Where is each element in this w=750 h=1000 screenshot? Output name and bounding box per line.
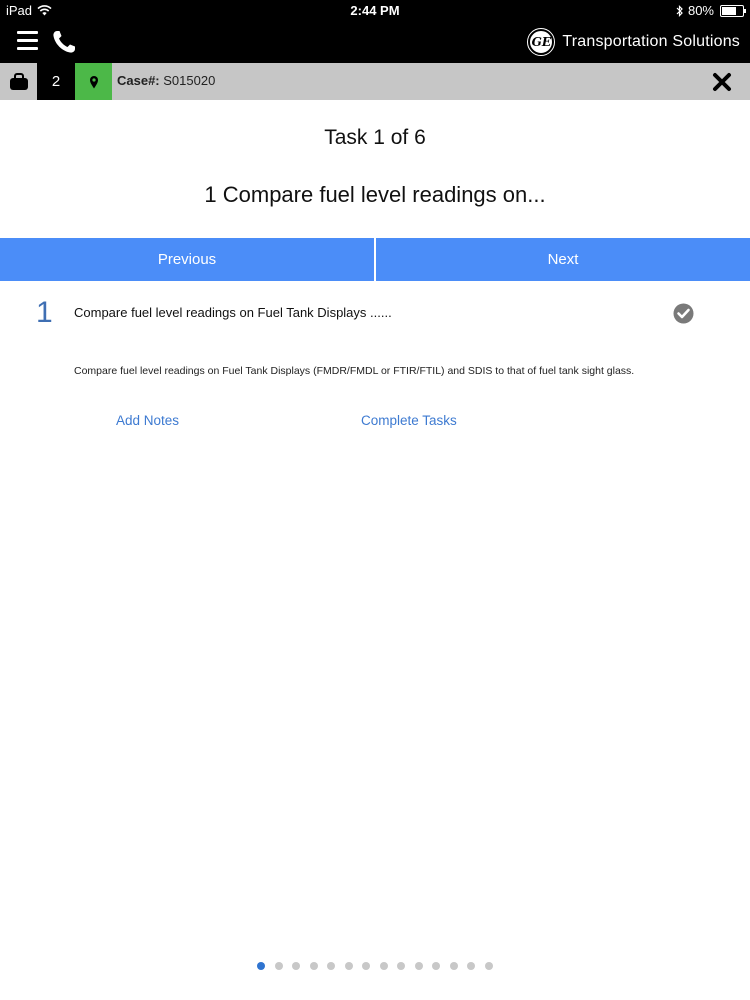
- task-summary: Compare fuel level readings on Fuel Tank…: [74, 305, 392, 320]
- page-dot[interactable]: [274, 962, 283, 970]
- page-dot[interactable]: [414, 962, 423, 970]
- case-lock-button[interactable]: [0, 63, 37, 100]
- page-dot[interactable]: [379, 962, 388, 970]
- location-pin-button[interactable]: [75, 63, 112, 100]
- page-dot[interactable]: [309, 962, 318, 970]
- complete-tasks-link[interactable]: Complete Tasks: [361, 413, 457, 428]
- task-number: 1: [36, 296, 53, 329]
- task-counter: Task 1 of 6: [324, 126, 426, 149]
- page-dot[interactable]: [467, 962, 475, 970]
- page-dot[interactable]: [257, 962, 265, 970]
- page-dot[interactable]: [484, 962, 493, 970]
- battery-icon: [720, 4, 746, 17]
- page-indicator[interactable]: [257, 962, 493, 972]
- close-icon[interactable]: [712, 72, 732, 92]
- previous-button[interactable]: Previous: [0, 238, 374, 281]
- case-number: Case#: S015020: [117, 73, 215, 88]
- battery-percent: 80%: [687, 3, 714, 18]
- status-right: 80%: [676, 3, 746, 18]
- case-bar: 2 Case#: S015020: [0, 63, 750, 100]
- page-dot[interactable]: [449, 962, 458, 970]
- task-description: Compare fuel level readings on Fuel Tank…: [74, 365, 635, 377]
- case-label: Case#:: [117, 73, 160, 88]
- checkmark-circle-icon[interactable]: [673, 303, 694, 324]
- case-number-value: S015020: [163, 73, 216, 88]
- add-notes-link[interactable]: Add Notes: [116, 413, 179, 428]
- status-bar: iPad 2:44 PM 80%: [0, 0, 750, 22]
- bluetooth-icon: [676, 4, 683, 17]
- task-title: 1 Compare fuel level readings on...: [204, 182, 546, 207]
- ge-logo-icon: GE: [527, 28, 556, 56]
- page-dot[interactable]: [344, 962, 353, 970]
- battery-cap: [744, 8, 746, 13]
- status-time: 2:44 PM: [350, 3, 400, 18]
- case-count-badge[interactable]: 2: [37, 63, 75, 100]
- app-header: GE Transportation Solutions: [0, 22, 750, 63]
- location-pin-icon: [89, 75, 98, 88]
- page-dot[interactable]: [432, 962, 440, 970]
- page-dot[interactable]: [327, 962, 335, 970]
- page-dot[interactable]: [292, 962, 300, 970]
- brand-text: Transportation Solutions: [562, 33, 740, 50]
- page-dot[interactable]: [362, 962, 370, 970]
- next-button[interactable]: Next: [376, 238, 750, 281]
- battery-fill: [722, 6, 737, 15]
- brand: GE Transportation Solutions: [527, 27, 740, 57]
- task-navigation: Previous Next: [0, 238, 750, 281]
- page-dot[interactable]: [397, 962, 405, 970]
- phone-icon[interactable]: [50, 28, 78, 56]
- menu-icon[interactable]: [17, 31, 38, 51]
- briefcase-icon: [9, 72, 28, 90]
